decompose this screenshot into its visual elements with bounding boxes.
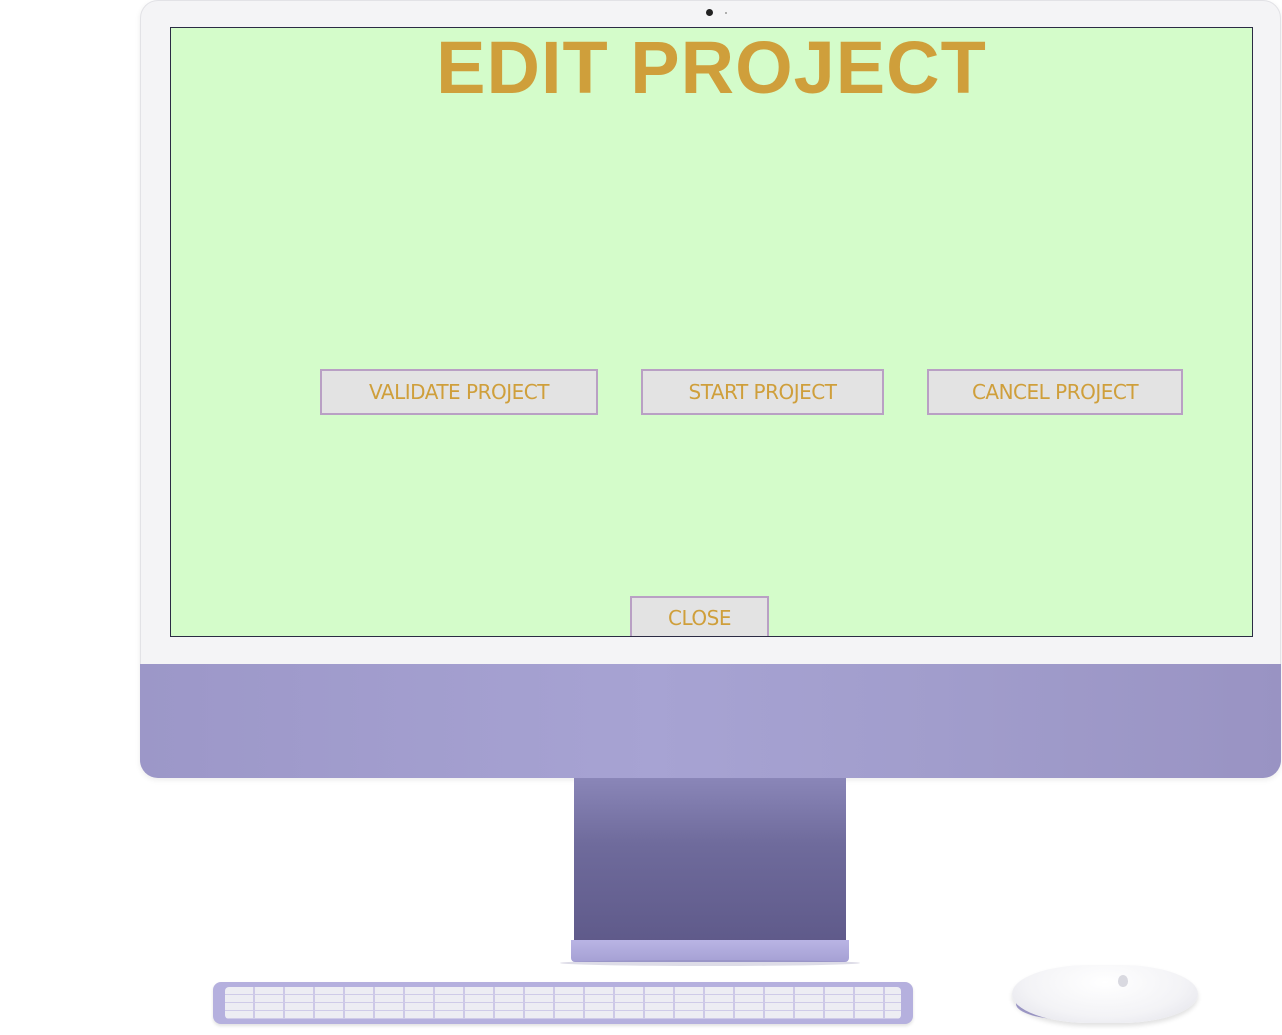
apple-logo-icon bbox=[1118, 975, 1128, 987]
keyboard bbox=[213, 982, 913, 1024]
monitor-stand-base bbox=[571, 940, 849, 962]
app-window: EDIT PROJECT VALIDATE PROJECT START PROJ… bbox=[170, 27, 1253, 637]
stand-shadow bbox=[560, 960, 860, 966]
mouse bbox=[1012, 965, 1198, 1023]
cancel-project-button[interactable]: CANCEL PROJECT bbox=[927, 369, 1183, 415]
camera-icon bbox=[706, 9, 713, 16]
camera-sensor-icon bbox=[725, 12, 727, 14]
start-project-button[interactable]: START PROJECT bbox=[641, 369, 884, 415]
monitor-chin bbox=[140, 664, 1281, 778]
close-button[interactable]: CLOSE bbox=[630, 596, 769, 636]
page-title: EDIT PROJECT bbox=[436, 27, 987, 109]
validate-project-button[interactable]: VALIDATE PROJECT bbox=[320, 369, 598, 415]
keyboard-key-rows bbox=[225, 987, 901, 1019]
monitor-stand bbox=[574, 778, 846, 942]
